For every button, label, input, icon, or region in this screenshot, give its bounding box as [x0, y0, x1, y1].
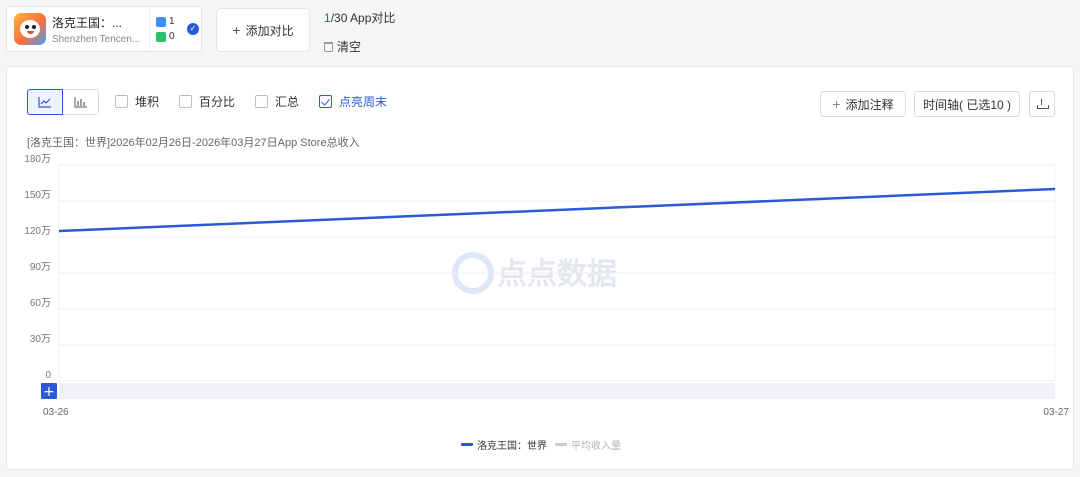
chart-type-toggle [27, 89, 99, 115]
legend-item-series[interactable]: 洛克王国：世界 [461, 437, 547, 452]
x-tick-label: 03-26 [43, 407, 69, 418]
chart-legend: 洛克王国：世界 平均收入量 [7, 437, 1075, 452]
download-button[interactable] [1029, 91, 1055, 117]
bar-chart-button[interactable] [63, 89, 99, 115]
add-annotation-button[interactable]: + 添加注释 [820, 91, 906, 117]
chart-title: [洛克王国：世界]2026年02月26日-2026年03月27日App Stor… [27, 137, 360, 149]
y-tick-label: 120万 [24, 226, 51, 237]
y-tick-label: 90万 [30, 262, 51, 273]
revenue-line-chart: 点点数据 0 30万 60万 90万 120万 150万 180万 +03-26 03-27 [24, 154, 1069, 418]
plus-icon: + [232, 22, 241, 38]
chart-options: 堆积 百分比 汇总 点亮周末 [115, 93, 407, 110]
app-name: 洛克王国：... [52, 15, 123, 30]
add-compare-button[interactable]: + 添加对比 [216, 8, 310, 52]
app-store-stats: 1 0 [149, 7, 189, 51]
download-icon [1037, 99, 1049, 109]
checkbox-summary[interactable] [255, 95, 269, 108]
plus-icon: + [43, 384, 55, 400]
compare-count: 1/30 App对比 [324, 11, 396, 25]
option-stacked[interactable]: 堆积 [115, 93, 159, 110]
app-developer: Shenzhen Tencen... [52, 33, 141, 45]
y-tick-label: 0 [45, 370, 51, 381]
checkbox-percentage[interactable] [179, 95, 193, 108]
plus-icon: + [832, 96, 841, 112]
option-highlight-weekend[interactable]: 点亮周末 [319, 93, 387, 110]
option-summary[interactable]: 汇总 [255, 93, 299, 110]
google-play-icon [156, 31, 166, 42]
googleplay-count: 0 [169, 31, 175, 42]
line-chart-icon [38, 97, 51, 108]
y-tick-label: 150万 [24, 190, 51, 201]
checkbox-highlight-weekend[interactable] [319, 95, 333, 108]
app-store-icon [156, 16, 166, 27]
watermark-text: 点点数据 [497, 257, 617, 292]
y-tick-label: 180万 [24, 154, 51, 165]
app-icon [14, 13, 46, 45]
x-tick-label: 03-27 [1043, 407, 1069, 418]
selected-check-icon[interactable]: ✓ [187, 23, 199, 35]
chart-panel: 堆积 百分比 汇总 点亮周末 + 添加注释 时间轴( 已选10 ) [洛克王国：… [6, 66, 1074, 470]
checkbox-stacked[interactable] [115, 95, 128, 108]
option-percentage[interactable]: 百分比 [179, 93, 235, 110]
timeline-button[interactable]: 时间轴( 已选10 ) [914, 91, 1020, 117]
trash-icon [324, 41, 333, 52]
y-tick-label: 30万 [30, 334, 51, 345]
bar-chart-icon [73, 97, 87, 108]
line-chart-button[interactable] [27, 89, 63, 115]
range-slider-track [59, 383, 1055, 399]
clear-button[interactable]: 清空 [324, 38, 361, 55]
y-tick-label: 60万 [30, 298, 51, 309]
appstore-count: 1 [169, 16, 175, 27]
legend-item-average[interactable]: 平均收入量 [555, 437, 621, 452]
app-card[interactable]: 洛克王国：... Shenzhen Tencen... 1 0 ✓ [6, 6, 202, 52]
